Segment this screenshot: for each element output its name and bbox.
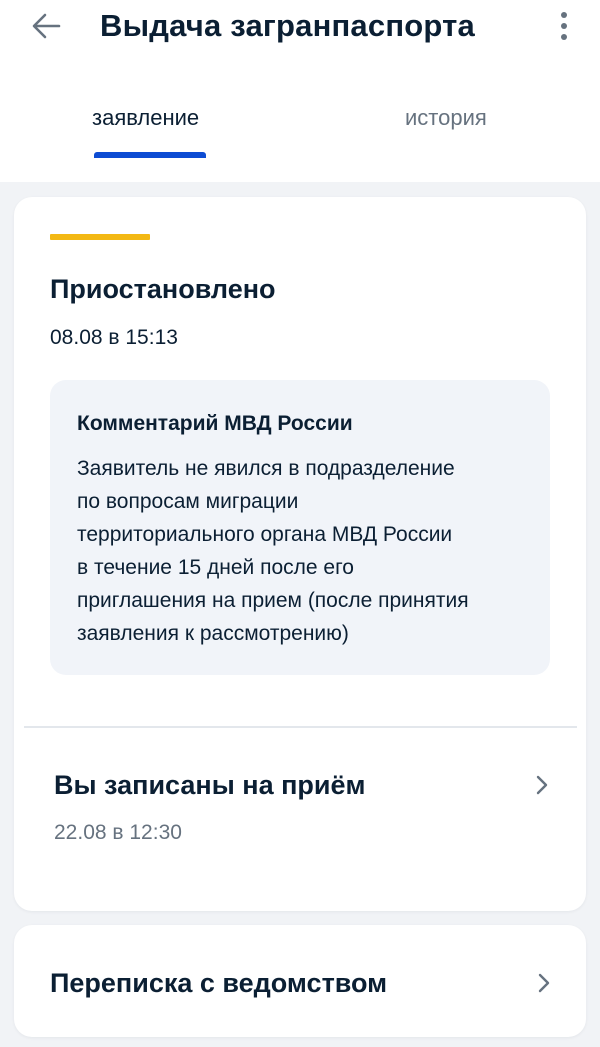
- appointment-row[interactable]: Вы записаны на приём 22.08 в 12:30: [14, 737, 586, 877]
- status-indicator-bar: [50, 234, 150, 240]
- comment-box: Комментарий МВД России Заявитель не явил…: [50, 380, 550, 675]
- chevron-right-icon: [536, 775, 548, 795]
- arrow-left-icon: [32, 13, 61, 39]
- comment-text: Заявитель не явился в подразделение по в…: [77, 457, 469, 645]
- chevron-right-icon: [538, 973, 550, 993]
- more-vertical-icon: [561, 12, 567, 40]
- tab-history[interactable]: история: [405, 98, 487, 158]
- tab-application[interactable]: заявление: [92, 98, 199, 158]
- top-bar: Выдача загранпаспорта заявление история: [0, 0, 600, 182]
- status-title: Приостановлено: [50, 274, 276, 304]
- comment-title: Комментарий МВД России: [77, 412, 353, 435]
- more-menu-button[interactable]: [546, 6, 582, 46]
- application-status-card: Приостановлено 08.08 в 15:13 Комментарий…: [14, 197, 586, 911]
- appointment-date: 22.08 в 12:30: [54, 821, 182, 844]
- correspondence-title: Переписка с ведомством: [50, 968, 388, 998]
- divider: [24, 726, 577, 728]
- page-title: Выдача загранпаспорта: [100, 8, 475, 43]
- back-button[interactable]: [24, 6, 68, 46]
- active-tab-indicator: [94, 152, 206, 158]
- correspondence-card[interactable]: Переписка с ведомством: [14, 925, 586, 1037]
- status-date: 08.08 в 15:13: [50, 326, 178, 349]
- appointment-title: Вы записаны на приём: [54, 770, 366, 800]
